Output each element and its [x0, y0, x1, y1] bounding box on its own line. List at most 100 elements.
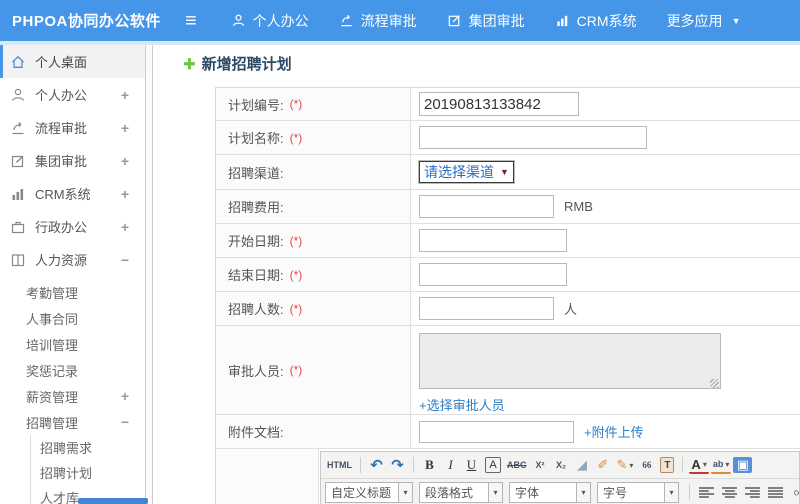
- sidebar-item-recruit-demand[interactable]: 招聘需求: [31, 435, 145, 460]
- plan-name-input[interactable]: [419, 126, 647, 149]
- expand-plus-icon[interactable]: +: [121, 186, 129, 202]
- end-date-input[interactable]: [419, 263, 567, 286]
- align-center-icon: [722, 486, 737, 498]
- paste-button[interactable]: T: [660, 457, 675, 473]
- align-center-button[interactable]: [719, 482, 740, 503]
- collapse-minus-icon[interactable]: −: [121, 414, 129, 430]
- sidebar-item-training[interactable]: 培训管理: [0, 331, 145, 357]
- dropdown-arrow-icon: ▾: [664, 482, 678, 502]
- top-menu: ≡ 个人办公 流程审批 集团审批 CRM系统 更多应用 ▼: [185, 11, 740, 31]
- user-icon: [231, 13, 246, 28]
- collapse-minus-icon[interactable]: −: [121, 252, 129, 268]
- sidebar-item-salary[interactable]: 薪资管理 +: [0, 383, 145, 409]
- page-title: ✚ 新增招聘计划: [183, 55, 292, 74]
- recruit-submenu: 招聘需求 招聘计划 人才库: [30, 435, 145, 504]
- sidebar-item-reward-punishment[interactable]: 奖惩记录: [0, 357, 145, 383]
- header-divider: [0, 41, 800, 45]
- align-justify-button[interactable]: [765, 482, 786, 503]
- dropdown-arrow-icon: ▾: [725, 459, 730, 469]
- cost-input[interactable]: [419, 195, 554, 218]
- expand-plus-icon[interactable]: +: [121, 388, 129, 404]
- plan-number-input[interactable]: [419, 92, 579, 116]
- menu-group-approval[interactable]: 集团审批: [447, 11, 525, 31]
- field-label: 结束日期: (*): [216, 258, 411, 291]
- toolbar-separator: [682, 457, 684, 473]
- form-row-cost: 招聘费用: RMB: [216, 190, 800, 224]
- menu-crm-system[interactable]: CRM系统: [555, 11, 637, 31]
- redo-button[interactable]: ↷: [388, 455, 407, 476]
- bold-button[interactable]: B: [420, 455, 439, 476]
- currency-suffix: RMB: [564, 199, 593, 214]
- font-family-select[interactable]: 字体 ▾: [509, 481, 591, 503]
- eraser-button[interactable]: ◢: [573, 455, 592, 476]
- sidebar-item-recruit-mgmt[interactable]: 招聘管理 −: [0, 409, 145, 435]
- menu-workflow-approval[interactable]: 流程审批: [339, 11, 417, 31]
- field-label: 计划编号: (*): [216, 88, 411, 120]
- form-row-end-date: 结束日期: (*): [216, 258, 800, 292]
- sidebar-item-attendance[interactable]: 考勤管理: [0, 279, 145, 305]
- choose-approver-link[interactable]: +选择审批人员: [419, 395, 505, 414]
- toolbar-separator: [360, 457, 361, 473]
- superscript-button[interactable]: X²: [531, 455, 550, 476]
- custom-title-select[interactable]: 自定义标题 ▾: [325, 481, 413, 503]
- select-label: 自定义标题: [331, 485, 392, 500]
- form-row-plan-number: 计划编号: (*): [216, 88, 800, 121]
- headcount-input[interactable]: [419, 297, 554, 320]
- sidebar-item-hr-contract[interactable]: 人事合同: [0, 305, 145, 331]
- font-color-button[interactable]: A ▾: [689, 457, 709, 474]
- sidebar-item-group-approval[interactable]: 集团审批 +: [0, 144, 145, 177]
- sidebar-scrollbar[interactable]: [145, 45, 153, 504]
- align-right-icon: [745, 486, 760, 498]
- field-label: 计划名称: (*): [216, 121, 411, 154]
- sidebar-item-recruit-plan[interactable]: 招聘计划: [31, 460, 145, 485]
- underline-button[interactable]: U: [462, 455, 481, 476]
- strikethrough-button[interactable]: ABC: [505, 455, 529, 476]
- format-brush-button[interactable]: ✐: [594, 455, 613, 476]
- field-label: 附件文档:: [216, 415, 411, 448]
- menu-personal-office[interactable]: 个人办公: [231, 11, 309, 31]
- menu-more-apps[interactable]: 更多应用 ▼: [667, 11, 741, 31]
- attachment-input[interactable]: [419, 420, 574, 443]
- edit-icon: [10, 153, 26, 169]
- sidebar-item-personal-office[interactable]: 个人办公 +: [0, 78, 145, 111]
- expand-plus-icon[interactable]: +: [121, 219, 129, 235]
- subscript-button[interactable]: X₂: [552, 455, 571, 476]
- color-palette-button[interactable]: ✎ ▾: [615, 455, 636, 476]
- align-right-button[interactable]: [742, 482, 763, 503]
- select-arrow-icon: ▼: [500, 167, 509, 177]
- font-size-select[interactable]: 字号 ▾: [597, 481, 679, 503]
- hamburger-icon[interactable]: ≡: [185, 11, 197, 31]
- plus-icon: ✚: [183, 55, 196, 73]
- attachment-upload-link[interactable]: +附件上传: [584, 422, 644, 441]
- approver-textarea[interactable]: [419, 333, 721, 389]
- field-label: 招聘渠道:: [216, 155, 411, 189]
- highlight-button[interactable]: ab ▾: [710, 457, 732, 474]
- expand-plus-icon[interactable]: +: [121, 120, 129, 136]
- select-label: 段落格式: [425, 485, 474, 500]
- italic-button[interactable]: I: [441, 455, 460, 476]
- sidebar-item-admin-office[interactable]: 行政办公 +: [0, 210, 145, 243]
- link-button[interactable]: ∞: [788, 482, 800, 503]
- app-brand: PHPOA协同办公软件: [12, 13, 161, 30]
- form-row-plan-name: 计划名称: (*): [216, 121, 800, 155]
- paragraph-format-select[interactable]: 段落格式 ▾: [419, 481, 503, 503]
- align-left-button[interactable]: [696, 482, 717, 503]
- dropdown-arrow-icon: ▾: [702, 459, 707, 469]
- expand-plus-icon[interactable]: +: [121, 87, 129, 103]
- field-label: 审批人员: (*): [216, 326, 411, 414]
- html-source-button[interactable]: HTML: [325, 455, 354, 476]
- hr-submenu: 考勤管理 人事合同 培训管理 奖惩记录 薪资管理 + 招聘管理 − 招聘需求 招…: [0, 276, 145, 504]
- sidebar-item-workflow-approval[interactable]: 流程审批 +: [0, 111, 145, 144]
- blockquote-button[interactable]: 66: [637, 455, 656, 476]
- select-label: 字体: [515, 485, 540, 500]
- font-box-button[interactable]: A: [485, 457, 501, 473]
- start-date-input[interactable]: [419, 229, 567, 252]
- expand-plus-icon[interactable]: +: [121, 153, 129, 169]
- undo-button[interactable]: ↶: [367, 455, 386, 476]
- resize-handle-icon[interactable]: [710, 379, 719, 388]
- channel-select[interactable]: 请选择渠道 ▼: [419, 161, 514, 183]
- sidebar-item-crm[interactable]: CRM系统 +: [0, 177, 145, 210]
- more-format-button[interactable]: ▣: [733, 457, 753, 473]
- sidebar-item-desktop[interactable]: 个人桌面: [0, 45, 145, 78]
- sidebar-item-hr[interactable]: 人力资源 −: [0, 243, 145, 276]
